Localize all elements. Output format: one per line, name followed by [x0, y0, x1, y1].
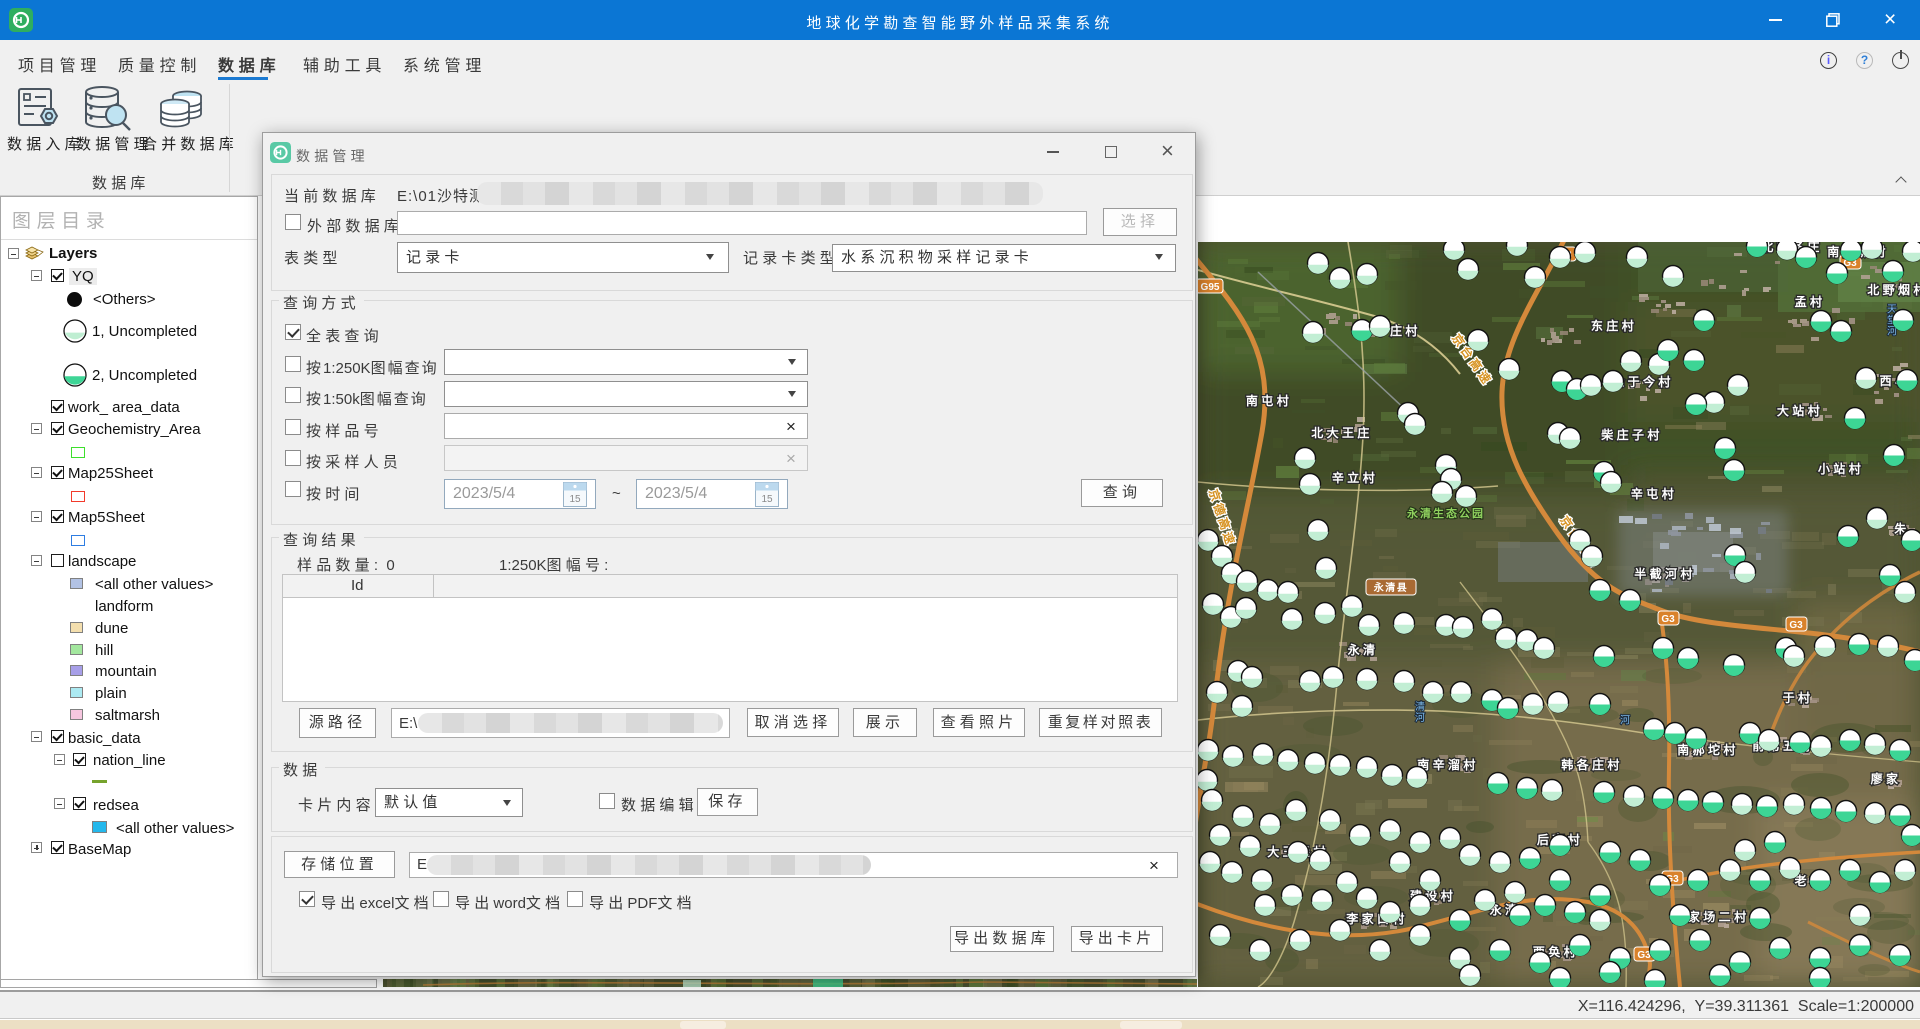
- svg-text:大站村: 大站村: [1777, 403, 1823, 418]
- svg-text:清河: 清河: [1413, 700, 1425, 723]
- svg-text:15: 15: [569, 494, 581, 505]
- svg-text:G95: G95: [1201, 282, 1220, 293]
- svg-text:南郝坨村: 南郝坨村: [1677, 742, 1739, 757]
- svg-text:北大王庄: 北大王庄: [1311, 425, 1373, 440]
- svg-text:廖家: 廖家: [1871, 771, 1902, 786]
- svg-text:永清生态公园: 永清生态公园: [1406, 506, 1485, 520]
- svg-text:于村: 于村: [1783, 690, 1814, 705]
- svg-text:孟村: 孟村: [1795, 294, 1826, 309]
- svg-text:南辛溜村: 南辛溜村: [1417, 757, 1479, 772]
- svg-text:东庄村: 东庄村: [1591, 318, 1637, 333]
- svg-text:永清县: 永清县: [1373, 581, 1409, 594]
- svg-text:韩各庄村: 韩各庄村: [1561, 757, 1623, 772]
- svg-text:北野烟村: 北野烟村: [1867, 282, 1920, 297]
- svg-text:G3: G3: [1789, 620, 1803, 631]
- svg-text:南屯村: 南屯村: [1246, 393, 1292, 408]
- svg-text:半截河村: 半截河村: [1634, 566, 1696, 581]
- svg-text:柴庄子村: 柴庄子村: [1600, 427, 1663, 442]
- svg-text:15: 15: [761, 494, 773, 505]
- svg-text:辛立村: 辛立村: [1332, 470, 1378, 485]
- svg-text:永清: 永清: [1347, 642, 1379, 657]
- svg-text:小站村: 小站村: [1818, 461, 1864, 476]
- svg-text:河: 河: [1618, 714, 1630, 725]
- svg-text:G3: G3: [1661, 614, 1675, 625]
- svg-text:辛屯村: 辛屯村: [1631, 486, 1677, 501]
